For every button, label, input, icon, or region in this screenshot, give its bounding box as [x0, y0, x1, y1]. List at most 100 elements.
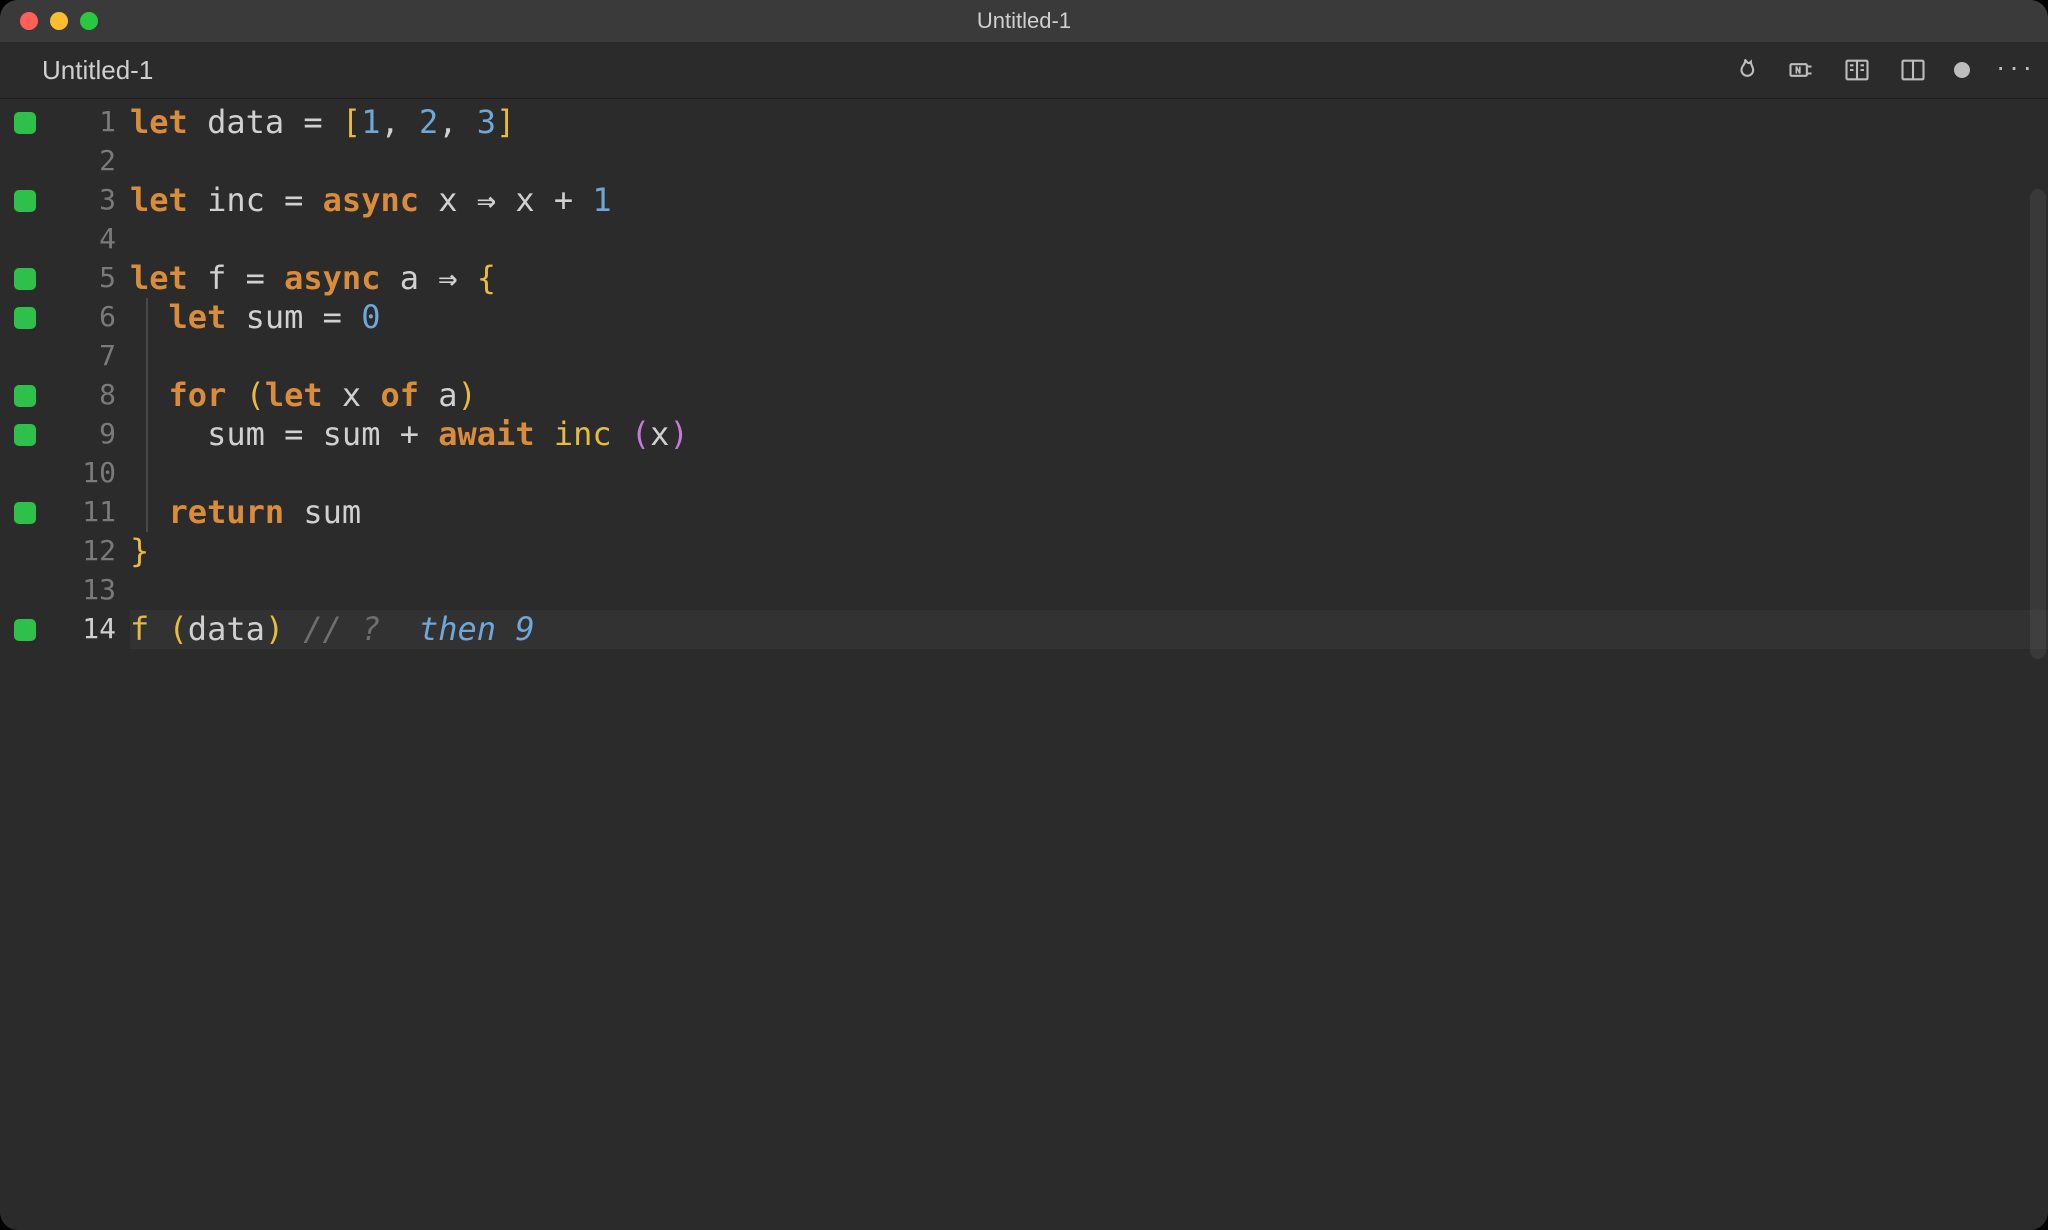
code-line[interactable]: let f = async a ⇒ { [130, 259, 2048, 298]
space [535, 415, 554, 454]
more-icon[interactable]: ··· [1996, 53, 2036, 87]
gutter-line[interactable]: 8 [0, 376, 130, 415]
code-line[interactable]: sum = sum + await inc (x) [130, 415, 2048, 454]
ident-a: a [419, 376, 458, 415]
code-line[interactable]: let sum = 0 [130, 298, 2048, 337]
ident-f: f [207, 259, 226, 298]
tab-strip: Untitled-1 [0, 42, 2048, 99]
line-number: 11 [82, 495, 116, 529]
line-number: 13 [82, 573, 116, 607]
close-icon[interactable] [20, 12, 38, 30]
gutter-line[interactable]: 9 [0, 415, 130, 454]
call-inc: inc [554, 415, 612, 454]
gutter-line[interactable]: 10 [0, 454, 130, 493]
window-title: Untitled-1 [0, 8, 2048, 34]
line-number: 6 [99, 300, 116, 334]
code-line[interactable]: for (let x of a) [130, 376, 2048, 415]
keyword-async: async [284, 259, 380, 298]
tab-label: Untitled-1 [42, 55, 153, 86]
op-eq: = [284, 103, 342, 142]
coverage-marker-icon[interactable] [14, 619, 36, 641]
space [284, 610, 303, 649]
modified-icon[interactable] [1954, 62, 1970, 78]
ident-sum: sum [323, 415, 381, 454]
line-number: 10 [82, 456, 116, 490]
gutter-line[interactable]: 3 [0, 181, 130, 220]
gutter-line[interactable]: 13 [0, 571, 130, 610]
paren-open: ( [246, 376, 265, 415]
code-line[interactable] [130, 454, 2048, 493]
indent-guide [146, 298, 148, 337]
coverage-marker-icon[interactable] [14, 307, 36, 329]
bracket-open: [ [342, 103, 361, 142]
coverage-marker-icon[interactable] [14, 502, 36, 524]
code-line[interactable]: } [130, 532, 2048, 571]
op-eq: = [265, 415, 323, 454]
gutter-line[interactable]: 2 [0, 142, 130, 181]
gutter-line[interactable]: 12 [0, 532, 130, 571]
gutter-line[interactable]: 11 [0, 493, 130, 532]
ident-x: x [419, 181, 477, 220]
indent [130, 376, 169, 415]
space [188, 103, 207, 142]
coverage-marker-icon[interactable] [14, 424, 36, 446]
code-line-current[interactable]: f (data) // ? then 9 [130, 610, 2048, 649]
editor[interactable]: 1234567891011121314 let data = [1, 2, 3]… [0, 99, 2048, 1230]
op-eq: = [226, 259, 284, 298]
line-number: 1 [99, 105, 116, 139]
code-line[interactable]: let inc = async x ⇒ x + 1 [130, 181, 2048, 220]
gutter-line[interactable]: 4 [0, 220, 130, 259]
code-line[interactable] [130, 142, 2048, 181]
ident-x: x [650, 415, 669, 454]
code-line[interactable]: return sum [130, 493, 2048, 532]
book-icon[interactable] [1842, 55, 1872, 85]
traffic-lights [0, 12, 98, 30]
split-icon[interactable] [1898, 55, 1928, 85]
coverage-marker-icon[interactable] [14, 112, 36, 134]
case-sensitive-icon[interactable] [1786, 55, 1816, 85]
tab-actions: ··· [1730, 53, 2036, 87]
arrow: ⇒ [477, 181, 496, 220]
comment: // ? [303, 610, 419, 649]
tab-untitled[interactable]: Untitled-1 [18, 42, 181, 98]
editor-window: Untitled-1 Untitled-1 [0, 0, 2048, 1230]
ident-sum: sum [226, 298, 303, 337]
indent-guide [146, 493, 148, 532]
brace-open: { [477, 259, 496, 298]
keyword-let: let [130, 259, 188, 298]
paren-close: ) [265, 610, 284, 649]
flame-icon[interactable] [1730, 55, 1760, 85]
bracket-close: ] [496, 103, 515, 142]
keyword-of: of [380, 376, 419, 415]
gutter-line[interactable]: 5 [0, 259, 130, 298]
gutter: 1234567891011121314 [0, 99, 130, 1230]
paren-close: ) [669, 415, 688, 454]
gutter-line[interactable]: 7 [0, 337, 130, 376]
maximize-icon[interactable] [80, 12, 98, 30]
coverage-marker-icon[interactable] [14, 385, 36, 407]
gutter-line[interactable]: 1 [0, 103, 130, 142]
keyword-return: return [169, 493, 285, 532]
ident-sum: sum [284, 493, 361, 532]
code-line[interactable] [130, 337, 2048, 376]
gutter-line[interactable]: 6 [0, 298, 130, 337]
line-number: 2 [99, 144, 116, 178]
line-number: 7 [99, 339, 116, 373]
indent [130, 493, 169, 532]
coverage-marker-icon[interactable] [14, 190, 36, 212]
line-number: 8 [99, 378, 116, 412]
op-plus: + [380, 415, 438, 454]
paren-open: ( [631, 415, 650, 454]
indent [130, 298, 169, 337]
line-number: 9 [99, 417, 116, 451]
code-line[interactable] [130, 220, 2048, 259]
code[interactable]: let data = [1, 2, 3] let inc = async x ⇒… [130, 99, 2048, 1230]
number: 3 [477, 103, 496, 142]
coverage-marker-icon[interactable] [14, 268, 36, 290]
minimize-icon[interactable] [50, 12, 68, 30]
indent-guide [146, 376, 148, 415]
code-line[interactable] [130, 571, 2048, 610]
gutter-line[interactable]: 14 [0, 610, 130, 649]
indent-guide [146, 415, 148, 454]
code-line[interactable]: let data = [1, 2, 3] [130, 103, 2048, 142]
